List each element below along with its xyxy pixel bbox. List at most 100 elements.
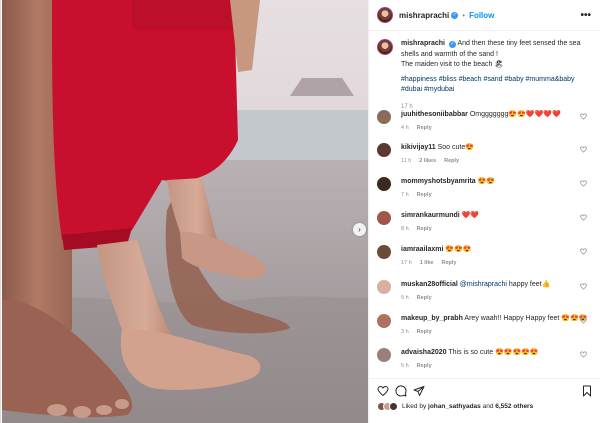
comment-body: makeup_by_prabh Arey waah!! Happy Happy … bbox=[401, 314, 589, 337]
comment-body: simrankaurmundi ❤️❤️ 8 h Reply bbox=[401, 211, 589, 234]
comment-timestamp[interactable]: 3 h bbox=[401, 329, 409, 335]
comment-reply-button[interactable]: Reply bbox=[444, 158, 459, 164]
comment-reply-button[interactable]: Reply bbox=[417, 192, 432, 198]
commenter-avatar[interactable] bbox=[377, 280, 391, 294]
comment-like-heart-icon[interactable] bbox=[580, 351, 587, 358]
comment-mention[interactable]: @mishraprachi bbox=[460, 281, 507, 288]
caption-hashtags[interactable]: #happiness #bliss #beach #sand #baby #mu… bbox=[401, 75, 597, 96]
comment-body: kikivijay11 Soo cute😍 11 h 2 likes Reply bbox=[401, 143, 589, 166]
comment-reply-button[interactable]: Reply bbox=[417, 363, 432, 369]
likes-user[interactable]: johan_sathyadas bbox=[428, 403, 481, 410]
post-photo[interactable]: › bbox=[2, 0, 368, 423]
comment-reply-button[interactable]: Reply bbox=[417, 295, 432, 301]
comments-scroll-area[interactable]: mishraprachi ✓ And then these tiny feet … bbox=[369, 31, 600, 376]
comment-row: iamraailaxmi 😍😍😍 17 h 1 like Reply bbox=[377, 245, 599, 268]
comment-username[interactable]: mommyshotsbyamrita bbox=[401, 178, 476, 185]
comment-body: iamraailaxmi 😍😍😍 17 h 1 like Reply bbox=[401, 245, 589, 268]
comment-timestamp[interactable]: 7 h bbox=[401, 192, 409, 198]
comment-text: happy feet👍 bbox=[508, 281, 551, 288]
more-options-icon[interactable]: ••• bbox=[580, 10, 591, 21]
comment-like-heart-icon[interactable] bbox=[580, 214, 587, 221]
comment-reply-button[interactable]: Reply bbox=[417, 329, 432, 335]
comment-username[interactable]: juuhithesoniibabbar bbox=[401, 111, 468, 118]
commenter-avatar[interactable] bbox=[377, 143, 391, 157]
comment-bubble-icon[interactable] bbox=[395, 385, 407, 397]
likes-others[interactable]: 6,552 others bbox=[495, 403, 533, 410]
comment-timestamp[interactable]: 5 h bbox=[401, 363, 409, 369]
comment-meta: 5 h Reply bbox=[401, 361, 589, 371]
comment-reply-button[interactable]: Reply bbox=[441, 260, 456, 266]
verified-badge-icon: ✓ bbox=[451, 11, 459, 19]
next-image-button[interactable]: › bbox=[353, 223, 366, 236]
comment-reply-button[interactable]: Reply bbox=[417, 125, 432, 131]
comment-reply-button[interactable]: Reply bbox=[417, 226, 432, 232]
comment-username[interactable]: iamraailaxmi bbox=[401, 246, 443, 253]
separator-dot: • bbox=[462, 10, 466, 20]
commenter-avatar[interactable] bbox=[377, 348, 391, 362]
comment-meta: 11 h 2 likes Reply bbox=[401, 156, 589, 166]
comment-meta: 7 h Reply bbox=[401, 190, 589, 200]
comment-timestamp[interactable]: 9 h bbox=[401, 295, 409, 301]
verified-badge-icon: ✓ bbox=[448, 41, 456, 48]
likes-text: Liked by johan_sathyadas and 6,552 other… bbox=[402, 403, 533, 410]
comment-row: muskan28official @mishraprachi happy fee… bbox=[377, 280, 599, 303]
comment-username[interactable]: muskan28official bbox=[401, 281, 458, 288]
comment-row: mommyshotsbyamrita 😍😍 7 h Reply bbox=[377, 177, 599, 200]
likes-prefix: Liked by bbox=[402, 403, 427, 410]
comment-likes-count[interactable]: 2 likes bbox=[419, 158, 436, 164]
comment-text: ❤️❤️ bbox=[461, 212, 480, 219]
author-username[interactable]: mishraprachi bbox=[399, 11, 449, 20]
caption-author-avatar[interactable] bbox=[377, 39, 393, 55]
comment-like-heart-icon[interactable] bbox=[580, 146, 587, 153]
comment-meta: 4 h Reply bbox=[401, 123, 589, 133]
liker-avatar[interactable] bbox=[389, 402, 398, 411]
caption-line-2: The maiden visit to the beach 🏖 bbox=[401, 61, 504, 68]
comment-like-heart-icon[interactable] bbox=[580, 283, 587, 290]
commenter-avatar[interactable] bbox=[377, 110, 391, 124]
commenter-avatar[interactable] bbox=[377, 177, 391, 191]
author-avatar[interactable] bbox=[377, 7, 393, 23]
comment-meta: 8 h Reply bbox=[401, 224, 589, 234]
comment-meta: 3 h Reply bbox=[401, 327, 589, 337]
comment-text: 😍😍 bbox=[477, 178, 496, 185]
comment-like-heart-icon[interactable] bbox=[580, 317, 587, 324]
comment-timestamp[interactable]: 17 h bbox=[401, 260, 412, 266]
likes-summary: Liked by johan_sathyadas and 6,552 other… bbox=[377, 402, 533, 411]
comment-like-heart-icon[interactable] bbox=[580, 180, 587, 187]
comment-text: Arey waah!! Happy Happy feet 😍😍😍 bbox=[464, 315, 588, 322]
comment-timestamp[interactable]: 4 h bbox=[401, 125, 409, 131]
caption-body: mishraprachi ✓ And then these tiny feet … bbox=[401, 39, 597, 112]
post-caption: mishraprachi ✓ And then these tiny feet … bbox=[377, 39, 597, 112]
caption-username[interactable]: mishraprachi bbox=[401, 40, 445, 47]
action-bar bbox=[369, 378, 600, 398]
comment-timestamp[interactable]: 11 h bbox=[401, 158, 411, 164]
comment-username[interactable]: simrankaurmundi bbox=[401, 212, 460, 219]
comment-username[interactable]: makeup_by_prabh bbox=[401, 315, 463, 322]
commenter-avatar[interactable] bbox=[377, 245, 391, 259]
comment-body: advaisha2020 This is so cute 😍😍😍😍😍 5 h Rep… bbox=[401, 348, 589, 371]
follow-button[interactable]: Follow bbox=[469, 11, 494, 20]
comment-row: advaisha2020 This is so cute 😍😍😍😍😍 5 h Rep… bbox=[377, 348, 599, 371]
comment-row: simrankaurmundi ❤️❤️ 8 h Reply bbox=[377, 211, 599, 234]
comment-text: Omggggggg😍😍❤️❤️❤️❤️ bbox=[469, 111, 561, 118]
commenter-avatar[interactable] bbox=[377, 211, 391, 225]
comment-username[interactable]: kikivijay11 bbox=[401, 144, 436, 151]
comment-text: Soo cute😍 bbox=[437, 144, 474, 151]
comment-timestamp[interactable]: 8 h bbox=[401, 226, 409, 232]
share-paper-plane-icon[interactable] bbox=[413, 385, 425, 397]
post-dialog: › mishraprachi ✓ • Follow ••• mishraprac… bbox=[0, 0, 600, 423]
comment-like-heart-icon[interactable] bbox=[580, 113, 587, 120]
comment-like-heart-icon[interactable] bbox=[580, 248, 587, 255]
comment-body: mommyshotsbyamrita 😍😍 7 h Reply bbox=[401, 177, 589, 200]
comment-body: juuhithesoniibabbar Omggggggg😍😍❤️❤️❤️❤️ 4… bbox=[401, 110, 589, 133]
save-bookmark-icon[interactable] bbox=[581, 385, 593, 397]
like-heart-icon[interactable] bbox=[377, 385, 389, 397]
comment-username[interactable]: advaisha2020 bbox=[401, 349, 447, 356]
post-side-panel: mishraprachi ✓ • Follow ••• mishraprachi… bbox=[368, 0, 600, 423]
comment-body: muskan28official @mishraprachi happy fee… bbox=[401, 280, 589, 303]
comment-meta: 9 h Reply bbox=[401, 293, 589, 303]
commenter-avatar[interactable] bbox=[377, 314, 391, 328]
comment-likes-count[interactable]: 1 like bbox=[420, 260, 434, 266]
comment-row: juuhithesoniibabbar Omggggggg😍😍❤️❤️❤️❤️ 4… bbox=[377, 110, 599, 133]
comment-text: 😍😍😍 bbox=[445, 246, 472, 253]
